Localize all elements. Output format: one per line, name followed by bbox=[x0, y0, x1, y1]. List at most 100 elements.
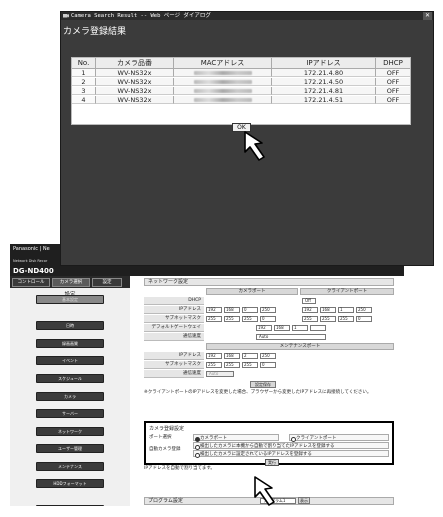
gateway-octet-4[interactable] bbox=[310, 325, 326, 331]
tab-settings[interactable]: 設定 bbox=[92, 278, 122, 287]
table-row: 1 WV-NS32x 172.21.4.80 OFF bbox=[72, 69, 410, 77]
table-header: No. カメラ品番 MACアドレス IPアドレス DHCP bbox=[72, 58, 410, 69]
pointer-cursor-icon bbox=[244, 131, 265, 161]
col-model: カメラ品番 bbox=[96, 58, 174, 69]
col-no: No. bbox=[72, 58, 96, 69]
maintenance-port-header: メンテナンスポート bbox=[206, 343, 394, 350]
sidebar-item-4[interactable]: スケジュール bbox=[36, 374, 104, 383]
ip-camera-octet-2[interactable]: 168 bbox=[224, 307, 240, 313]
maint-ip-label: IPアドレス bbox=[144, 352, 204, 360]
auto-assign-ip-radio[interactable]: 検出したカメラに本機から自動で割り当てたIPアドレスを登録する bbox=[193, 442, 389, 450]
table-row: 4 WV-NS32x 172.21.4.51 OFF bbox=[72, 96, 410, 104]
use-camera-ip-radio[interactable]: 検出したカメラに設定されているIPアドレスを登録する bbox=[193, 450, 389, 458]
gateway-octet-3[interactable]: 1 bbox=[292, 325, 308, 331]
speed-select[interactable]: Auto bbox=[256, 334, 326, 340]
settings-sidebar: 設定 基本設定日時録画画質イベントスケジュールカメラサーバーネットワークユーザー… bbox=[10, 288, 130, 506]
camera-registration-panel: カメラ登録設定 ポート選択 カメラポート クライアントポート 自動カメラ登録 検… bbox=[144, 421, 394, 466]
ip-camera-octet-4[interactable]: 250 bbox=[260, 307, 276, 313]
close-icon[interactable]: ✕ bbox=[423, 12, 432, 20]
maint-speed-select[interactable]: Auto bbox=[206, 371, 234, 377]
mask-camera-octet-1[interactable]: 255 bbox=[206, 316, 222, 322]
ip-client-octet-3[interactable]: 1 bbox=[338, 307, 354, 313]
mask-client-octet-1[interactable]: 255 bbox=[302, 316, 318, 322]
save-settings-button[interactable]: 設定保存 bbox=[250, 381, 276, 388]
gateway-octet-2[interactable]: 168 bbox=[274, 325, 290, 331]
maint-mask-octet-3[interactable]: 255 bbox=[242, 362, 258, 368]
camera-port-header: カメラポート bbox=[206, 288, 298, 295]
network-section-title: ネットワーク設定 bbox=[144, 278, 394, 286]
sidebar-item-11[interactable]: ヘルプ bbox=[36, 505, 104, 506]
table-row: 3 WV-NS32x 172.21.4.81 OFF bbox=[72, 87, 410, 95]
ip-client-octet-2[interactable]: 168 bbox=[320, 307, 336, 313]
cell-no: 2 bbox=[72, 78, 96, 86]
sidebar-item-6[interactable]: サーバー bbox=[36, 409, 104, 418]
dialog-heading: カメラ登録結果 bbox=[63, 27, 127, 37]
sidebar-item-0[interactable]: 基本設定 bbox=[36, 295, 104, 304]
admin-page: Panasonic | Ne Network Disk Recor DG-ND4… bbox=[10, 244, 404, 506]
maint-speed-label: 通信速度 bbox=[144, 370, 204, 378]
maint-ip-octet-2[interactable]: 168 bbox=[224, 353, 240, 359]
sidebar-item-3[interactable]: イベント bbox=[36, 356, 104, 365]
mask-label: サブネットマスク bbox=[144, 315, 204, 323]
tab-camera-select[interactable]: カメラ選択 bbox=[52, 278, 90, 287]
table-row: 2 WV-NS32x 172.21.4.50 OFF bbox=[72, 78, 410, 86]
cell-mac bbox=[174, 96, 272, 104]
sidebar-item-2[interactable]: 録画画質 bbox=[36, 339, 104, 348]
tab-control[interactable]: コントロール bbox=[12, 278, 50, 287]
maint-ip-octet-1[interactable]: 192 bbox=[206, 353, 222, 359]
sidebar-item-10[interactable]: HDDフォーマット bbox=[36, 479, 104, 488]
dialog-title: Camera Search Result -- Web ページ ダイアログ bbox=[71, 13, 211, 19]
cell-dhcp: OFF bbox=[376, 78, 410, 86]
ip-client-octet-1[interactable]: 192 bbox=[302, 307, 318, 313]
auto-register-row: 自動カメラ登録 検出したカメラに本機から自動で割り当てたIPアドレスを登録する … bbox=[149, 442, 389, 458]
ip-camera-octet-1[interactable]: 192 bbox=[206, 307, 222, 313]
mac-address-redacted bbox=[193, 71, 252, 75]
sidebar-item-5[interactable]: カメラ bbox=[36, 392, 104, 401]
cell-dhcp: OFF bbox=[376, 69, 410, 77]
port-camera-radio[interactable]: カメラポート bbox=[193, 434, 279, 442]
maint-mask-octet-1[interactable]: 255 bbox=[206, 362, 222, 368]
ip-row: IPアドレス 192 168 0 250 192 168 1 250 bbox=[144, 306, 394, 314]
cell-no: 1 bbox=[72, 69, 96, 77]
port-select-label: ポート選択 bbox=[149, 435, 172, 440]
mac-address-redacted bbox=[193, 89, 252, 93]
maint-mask-octet-4[interactable]: 0 bbox=[260, 362, 276, 368]
mask-camera-octet-2[interactable]: 255 bbox=[224, 316, 240, 322]
camera-result-table: No. カメラ品番 MACアドレス IPアドレス DHCP 1 WV-NS32x 1… bbox=[71, 57, 411, 125]
sidebar-item-7[interactable]: ネットワーク bbox=[36, 427, 104, 436]
client-port-header: クライアントポート bbox=[300, 288, 394, 295]
gateway-label: デフォルトゲートウェイ bbox=[144, 324, 204, 332]
model-caption: Network Disk Recor bbox=[13, 259, 48, 263]
mask-camera-octet-4[interactable]: 0 bbox=[260, 316, 276, 322]
dialog-titlebar[interactable]: Camera Search Result -- Web ページ ダイアログ ✕ bbox=[61, 12, 433, 20]
ip-camera-octet-3[interactable]: 0 bbox=[242, 307, 258, 313]
cell-ip: 172.21.4.80 bbox=[272, 69, 376, 77]
cell-dhcp: OFF bbox=[376, 96, 410, 104]
sidebar-item-8[interactable]: ユーザー管理 bbox=[36, 444, 104, 453]
maint-ip-row: IPアドレス 192 168 2 250 bbox=[144, 352, 394, 360]
brand-logo: Panasonic | Ne bbox=[13, 246, 50, 252]
camera-icon bbox=[63, 14, 69, 18]
maint-ip-octet-3[interactable]: 2 bbox=[242, 353, 258, 359]
mask-client-octet-2[interactable]: 255 bbox=[320, 316, 336, 322]
cell-ip: 172.21.4.81 bbox=[272, 87, 376, 95]
dhcp-label: DHCP bbox=[144, 297, 204, 305]
sidebar-item-9[interactable]: メンテナンス bbox=[36, 462, 104, 471]
gateway-octet-1[interactable]: 192 bbox=[256, 325, 272, 331]
port-select-row: ポート選択 カメラポート クライアントポート bbox=[149, 434, 389, 442]
mask-client-octet-3[interactable]: 255 bbox=[338, 316, 354, 322]
cell-no: 4 bbox=[72, 96, 96, 104]
registration-footer-note: IPアドレスを自動で割り当てます。 bbox=[144, 466, 215, 471]
cell-ip: 172.21.4.50 bbox=[272, 78, 376, 86]
mask-camera-octet-3[interactable]: 255 bbox=[242, 316, 258, 322]
execute-button[interactable]: 実行 bbox=[265, 459, 279, 466]
maint-ip-octet-4[interactable]: 250 bbox=[260, 353, 276, 359]
dhcp-select[interactable]: Off bbox=[302, 298, 316, 304]
port-client-radio[interactable]: クライアントポート bbox=[289, 434, 389, 442]
sidebar-item-1[interactable]: 日時 bbox=[36, 321, 104, 330]
maint-mask-octet-2[interactable]: 255 bbox=[224, 362, 240, 368]
ip-client-octet-4[interactable]: 250 bbox=[356, 307, 372, 313]
program-display-button[interactable]: 表示 bbox=[298, 497, 310, 504]
program-title: プログラム設定 bbox=[148, 498, 183, 504]
mask-client-octet-4[interactable]: 0 bbox=[356, 316, 372, 322]
